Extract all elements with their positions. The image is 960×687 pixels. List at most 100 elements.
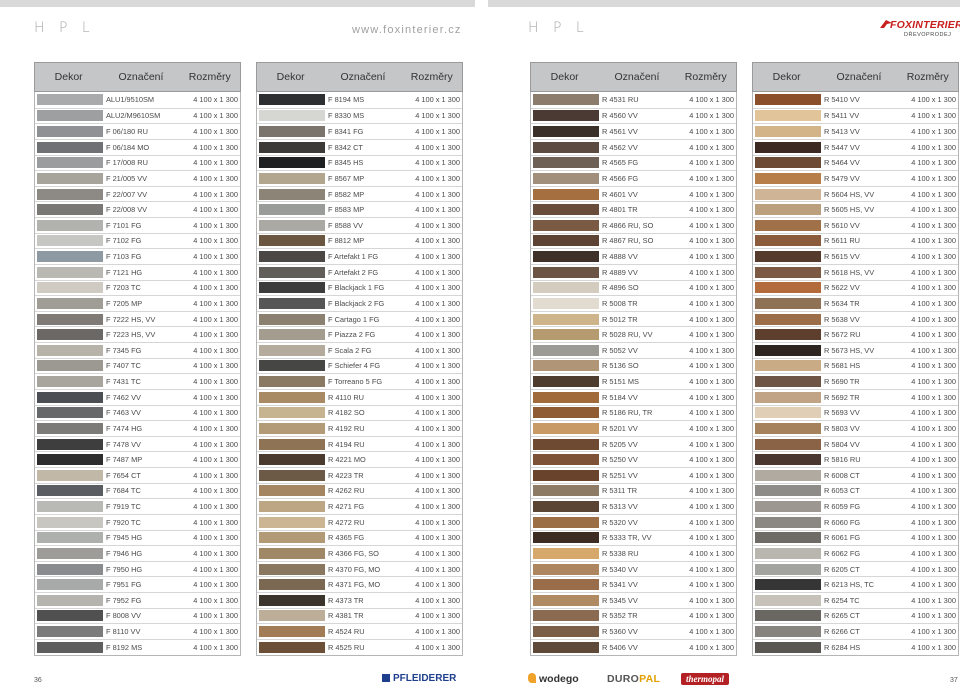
decor-row: R 5333 TR, VV 4 100 x 1 300 (531, 529, 736, 546)
decor-code: F 7462 VV (106, 392, 141, 402)
decor-row: F 21/005 VV 4 100 x 1 300 (35, 170, 240, 186)
decor-row: R 4223 TR 4 100 x 1 300 (257, 467, 462, 483)
decor-swatch (755, 235, 821, 247)
decor-size: 4 100 x 1 300 (689, 267, 734, 277)
decor-row: F 7487 MP 4 100 x 1 300 (35, 451, 240, 467)
decor-swatch (755, 172, 821, 184)
decor-size: 4 100 x 1 300 (193, 330, 238, 340)
decor-code: F 7950 HG (106, 564, 143, 574)
decor-row: R 6266 CT 4 100 x 1 300 (753, 623, 958, 639)
decor-size: 4 100 x 1 300 (415, 486, 460, 496)
decor-swatch (533, 641, 599, 653)
decor-row: ALU1/9510SM 4 100 x 1 300 (35, 92, 240, 108)
decor-swatch (755, 532, 821, 544)
decor-row: R 5604 HS, VV 4 100 x 1 300 (753, 185, 958, 202)
decor-swatch (37, 454, 103, 466)
decor-size: 4 100 x 1 300 (415, 95, 460, 105)
decor-row: F 7101 FG 4 100 x 1 300 (35, 217, 240, 233)
decor-size: 4 100 x 1 300 (689, 314, 734, 324)
decor-code: R 6008 CT (824, 470, 860, 480)
decor-row: R 4560 VV 4 100 x 1 300 (531, 107, 736, 124)
decor-code: F 06/180 RU (106, 127, 148, 137)
decor-size: 4 100 x 1 300 (689, 502, 734, 512)
decor-row: R 5352 TR 4 100 x 1 300 (531, 607, 736, 624)
decor-row: R 5250 VV 4 100 x 1 300 (531, 451, 736, 467)
decor-size: 4 100 x 1 300 (911, 377, 956, 387)
decor-code: F 7919 TC (106, 502, 141, 512)
decor-row: R 5205 VV 4 100 x 1 300 (531, 435, 736, 452)
decor-swatch (533, 313, 599, 325)
decor-row: F 8588 VV 4 100 x 1 300 (257, 217, 462, 233)
decor-code: F 7345 FG (106, 345, 142, 355)
decor-swatch (533, 610, 599, 622)
decor-swatch (755, 344, 821, 356)
decor-size: 4 100 x 1 300 (689, 252, 734, 262)
decor-row: F 8110 VV 4 100 x 1 300 (35, 623, 240, 639)
decor-code: R 6284 HS (824, 642, 861, 652)
decor-row: F 7223 HS, VV 4 100 x 1 300 (35, 326, 240, 342)
decor-size: 4 100 x 1 300 (193, 252, 238, 262)
decor-row: R 5360 VV 4 100 x 1 300 (531, 623, 736, 639)
decor-row: F 8812 MP 4 100 x 1 300 (257, 232, 462, 249)
decor-row: R 5464 VV 4 100 x 1 300 (753, 154, 958, 171)
decor-code: R 5692 TR (824, 392, 860, 402)
decor-swatch (533, 188, 599, 200)
decor-size: 4 100 x 1 300 (193, 580, 238, 590)
decor-swatch (533, 454, 599, 466)
decor-row: R 4370 FG, MO 4 100 x 1 300 (257, 560, 462, 577)
decor-row: R 6053 CT 4 100 x 1 300 (753, 482, 958, 499)
decor-code: F 8812 MP (328, 236, 365, 246)
decor-row: F 8583 MP 4 100 x 1 300 (257, 201, 462, 217)
decor-size: 4 100 x 1 300 (689, 173, 734, 183)
decor-code: R 6061 FG (824, 533, 861, 543)
decor-swatch (533, 360, 599, 372)
decor-size: 4 100 x 1 300 (689, 470, 734, 480)
decor-size: 4 100 x 1 300 (689, 564, 734, 574)
decor-size: 4 100 x 1 300 (689, 189, 734, 199)
decor-column-3: Dekor Označení Rozměry R 4531 RU 4 100 x … (530, 62, 737, 656)
decor-swatch (533, 282, 599, 294)
decor-size: 4 100 x 1 300 (911, 627, 956, 637)
decor-swatch (755, 454, 821, 466)
decor-size: 4 100 x 1 300 (193, 142, 238, 152)
decor-code: F 8567 MP (328, 173, 365, 183)
decor-size: 4 100 x 1 300 (415, 502, 460, 512)
header-code: Označení (118, 71, 164, 83)
decor-size: 4 100 x 1 300 (689, 345, 734, 355)
decor-swatch (37, 391, 103, 403)
decor-size: 4 100 x 1 300 (911, 220, 956, 230)
decor-swatch (259, 485, 325, 497)
decor-row: R 5615 VV 4 100 x 1 300 (753, 248, 958, 264)
decor-size: 4 100 x 1 300 (911, 158, 956, 168)
decor-code: F 8582 MP (328, 189, 365, 199)
decor-row: R 6213 HS, TC 4 100 x 1 300 (753, 576, 958, 592)
decor-code: R 4366 FG, SO (328, 548, 379, 558)
decor-code: R 5250 VV (602, 455, 638, 465)
site-url[interactable]: www.foxinterier.cz (352, 24, 462, 36)
decor-size: 4 100 x 1 300 (911, 345, 956, 355)
decor-swatch (37, 297, 103, 309)
decor-code: R 5690 TR (824, 377, 860, 387)
decor-size: 4 100 x 1 300 (911, 517, 956, 527)
decor-row: R 5803 VV 4 100 x 1 300 (753, 420, 958, 436)
decor-code: F 7102 FG (106, 236, 142, 246)
decor-size: 4 100 x 1 300 (689, 205, 734, 215)
decor-swatch (37, 141, 103, 153)
decor-code: R 5251 VV (602, 470, 638, 480)
decor-row: R 5410 VV 4 100 x 1 300 (753, 92, 958, 108)
decor-swatch (533, 94, 599, 106)
decor-row: R 5816 RU 4 100 x 1 300 (753, 451, 958, 467)
decor-size: 4 100 x 1 300 (193, 345, 238, 355)
page-number-right: 37 (950, 677, 958, 684)
decor-size: 4 100 x 1 300 (689, 408, 734, 418)
decor-size: 4 100 x 1 300 (193, 267, 238, 277)
decor-code: R 4194 RU (328, 439, 365, 449)
decor-size: 4 100 x 1 300 (415, 533, 460, 543)
decor-swatch (259, 219, 325, 231)
decor-size: 4 100 x 1 300 (415, 298, 460, 308)
decor-code: R 4381 TR (328, 611, 364, 621)
decor-size: 4 100 x 1 300 (689, 392, 734, 402)
decor-swatch (259, 329, 325, 341)
decor-code: R 4525 RU (328, 642, 365, 652)
decor-swatch (755, 266, 821, 278)
